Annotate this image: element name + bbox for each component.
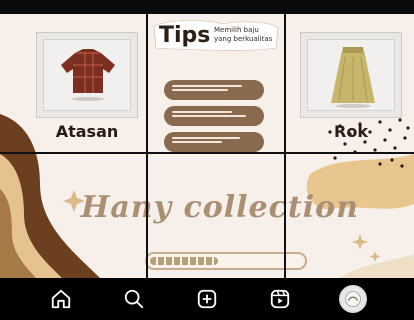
plus-square-icon <box>197 289 217 309</box>
post-tile-banner-middle[interactable] <box>148 154 284 278</box>
tips-subtitle: Memilih baju yang berkualitas <box>214 26 284 44</box>
tips-subtitle-line-1: Memilih baju <box>214 26 259 34</box>
skirt-image <box>331 47 375 108</box>
tips-pill <box>164 106 264 126</box>
profile-logo-icon <box>345 291 362 307</box>
product-label-atasan: Atasan <box>55 122 119 141</box>
profile-button[interactable] <box>335 281 371 317</box>
home-icon <box>51 289 70 309</box>
search-icon <box>124 289 143 309</box>
post-tile-banner-right[interactable] <box>286 154 414 278</box>
reels-button[interactable] <box>262 281 298 317</box>
tips-pill <box>164 80 264 100</box>
product-card <box>36 32 138 118</box>
avatar <box>339 285 368 313</box>
tips-pill <box>164 132 264 152</box>
product-card <box>300 32 402 118</box>
blouse-image <box>61 49 115 101</box>
post-tile-rok[interactable]: Rok <box>286 14 414 152</box>
search-button[interactable] <box>116 281 152 317</box>
home-button[interactable] <box>43 281 79 317</box>
status-bar-strip <box>0 0 414 14</box>
post-tile-atasan[interactable]: Atasan <box>0 14 146 152</box>
tips-title: Tips <box>159 23 211 48</box>
create-button[interactable] <box>189 281 225 317</box>
post-tile-banner-left[interactable] <box>0 154 146 278</box>
tips-subtitle-line-2: yang berkualitas <box>214 35 273 43</box>
reels-icon <box>270 289 290 309</box>
product-label-rok: Rok <box>334 122 368 141</box>
bottom-navigation <box>0 278 414 320</box>
profile-grid: Atasan Tips Memilih baju yang berkualita… <box>0 14 414 278</box>
